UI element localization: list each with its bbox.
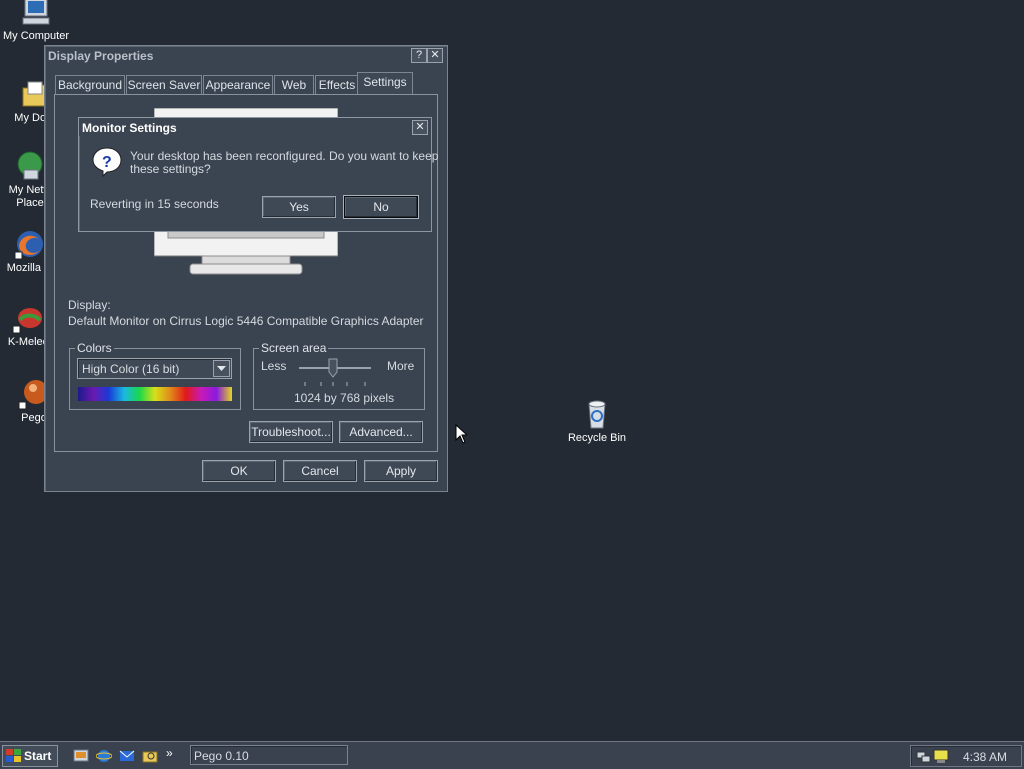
desktop-icon-label: My Computer	[2, 30, 70, 42]
monitor-settings-dialog: Monitor Settings ✕ ? Your desktop has be…	[78, 117, 438, 232]
question-icon: ?	[91, 146, 123, 178]
close-button[interactable]: ✕	[427, 48, 443, 63]
firefox-icon	[14, 228, 46, 260]
colors-select[interactable]: High Color (16 bit)	[77, 358, 232, 379]
my-computer-icon	[20, 0, 52, 28]
dialog-message-line1: Your desktop has been reconfigured. Do y…	[130, 149, 439, 163]
ok-button[interactable]: OK	[202, 460, 276, 482]
resolution-slider[interactable]	[299, 357, 373, 387]
screen-area-group: Screen area Less More 1024 by 768 pixels	[253, 341, 425, 410]
start-label: Start	[24, 749, 52, 763]
desktop-icon-label: Recycle Bin	[567, 432, 627, 444]
dialog-close-button[interactable]: ✕	[412, 120, 428, 135]
tab-settings[interactable]: Settings	[357, 72, 413, 94]
ie-icon[interactable]	[96, 748, 112, 764]
display-value: Default Monitor on Cirrus Logic 5446 Com…	[68, 314, 424, 328]
recycle-bin-icon	[581, 398, 613, 430]
dialog-title: Monitor Settings	[82, 121, 177, 135]
tab-appearance[interactable]: Appearance	[203, 75, 273, 94]
desktop-icon-recycle-bin[interactable]: Recycle Bin	[559, 398, 635, 445]
outlook-icon[interactable]	[119, 748, 135, 764]
colors-group-label: Colors	[75, 341, 114, 355]
window-title: Display Properties	[48, 49, 154, 63]
explorer-icon[interactable]	[142, 748, 158, 764]
less-label: Less	[261, 359, 287, 373]
tab-web[interactable]: Web	[274, 75, 314, 94]
no-button[interactable]: No	[343, 195, 419, 219]
title-bar[interactable]: Display Properties ? ✕	[45, 46, 447, 64]
advanced-button[interactable]: Advanced...	[339, 421, 423, 443]
tab-background[interactable]: Background	[55, 75, 125, 94]
troubleshoot-button[interactable]: Troubleshoot...	[249, 421, 333, 443]
apply-button[interactable]: Apply	[364, 460, 438, 482]
display-tray-icon[interactable]	[933, 748, 949, 764]
dialog-title-bar[interactable]: Monitor Settings ✕	[79, 118, 431, 136]
windows-logo-icon	[6, 749, 21, 762]
colors-select-value: High Color (16 bit)	[82, 362, 180, 376]
display-label: Display:	[68, 298, 111, 312]
taskbar: Start » Pego 0.10 4:38 AM	[0, 741, 1024, 769]
taskbar-item-pego[interactable]: Pego 0.10	[190, 745, 348, 765]
desktop-icon-my-computer[interactable]: My Computer	[0, 0, 74, 43]
quick-launch: »	[66, 746, 176, 766]
start-button[interactable]: Start	[2, 745, 58, 767]
network-tray-icon[interactable]	[916, 748, 932, 764]
revert-countdown: Reverting in 15 seconds	[90, 197, 219, 211]
cancel-button[interactable]: Cancel	[283, 460, 357, 482]
resolution-text: 1024 by 768 pixels	[294, 391, 395, 405]
colors-group: Colors High Color (16 bit)	[69, 341, 241, 410]
k-meleon-icon	[12, 302, 44, 334]
more-label: More	[387, 359, 415, 373]
system-tray: 4:38 AM	[910, 745, 1022, 767]
tab-screen-saver[interactable]: Screen Saver	[126, 75, 202, 94]
mouse-cursor	[455, 423, 469, 447]
show-desktop-icon[interactable]	[73, 748, 89, 764]
display-properties-window: Display Properties ? ✕ Background Screen…	[44, 45, 448, 492]
clock: 4:38 AM	[963, 750, 1008, 764]
dialog-message-line2: these settings?	[130, 162, 211, 176]
yes-button[interactable]: Yes	[262, 196, 336, 218]
network-places-icon	[14, 150, 46, 182]
help-button[interactable]: ?	[411, 48, 427, 63]
tab-effects[interactable]: Effects	[315, 75, 359, 94]
chevron-down-icon[interactable]	[213, 360, 230, 377]
screen-area-group-label: Screen area	[259, 341, 329, 355]
quick-launch-chevron[interactable]: »	[166, 746, 173, 760]
svg-text:?: ?	[102, 154, 112, 171]
color-spectrum-bar	[78, 387, 232, 401]
